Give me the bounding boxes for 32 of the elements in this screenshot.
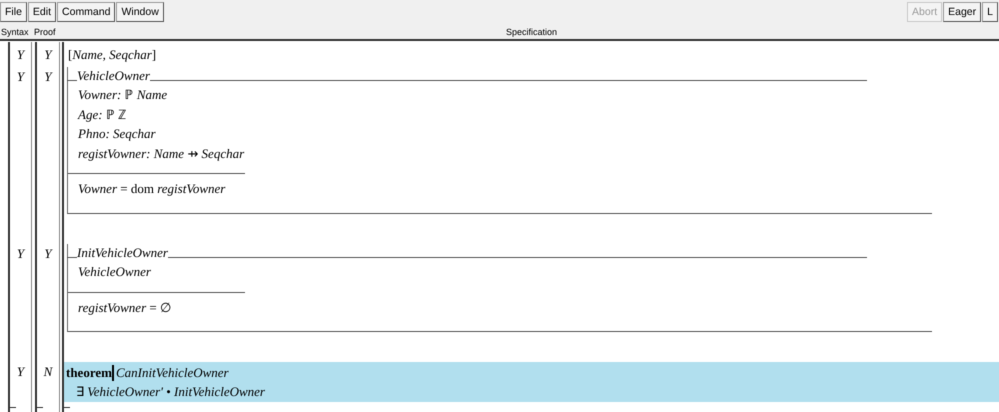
schema-name: InitVehicleOwner [77,246,168,260]
proof-status: Y [44,69,52,84]
syntax-status: Y [16,69,24,84]
predicate: Vowner = dom registVowner [78,180,226,198]
menu-button[interactable]: File [0,2,27,22]
theorem-name: CanInitVehicleOwner [116,364,229,380]
syntax-status: Y [16,246,24,261]
theorem-statement: ∃ VehicleOwner' • InitVehicleOwner [75,383,266,401]
column-header: Specification [506,27,558,37]
column-header: Proof [34,27,56,37]
schema-name: VehicleOwner [77,69,150,83]
declaration: VehicleOwner [78,263,152,281]
syntax-status: Y [16,364,24,379]
proof-status: Y [44,47,52,62]
given-set: [Name, Seqchar] [68,46,158,64]
predicate: registVowner = ∅ [78,298,172,317]
declaration: Age: ℙ ℤ [78,106,128,124]
selected-paragraph[interactable]: theorem CanInitVehicleOwner ∃ VehicleOwner' • InitVehicleOwner [64,362,999,402]
declaration: Vowner: ℙ Name [78,86,168,104]
toolbar-button[interactable]: Eager [943,2,982,22]
syntax-status: Y [16,47,24,62]
menu-button[interactable]: Window [116,2,164,22]
proof-status: Y [44,246,52,261]
proof-status: N [44,364,52,379]
toolbar-button[interactable]: L [982,2,998,22]
menu-button[interactable]: Edit [28,2,56,22]
declaration: Phno: Seqchar [78,125,157,143]
menu-button[interactable]: Command [57,2,116,22]
theorem-keyword: theorem [66,364,112,380]
text-cursor [112,364,114,380]
declaration: registVowner: Name ⇸ Seqchar [78,144,246,163]
column-header: Syntax [1,27,29,37]
